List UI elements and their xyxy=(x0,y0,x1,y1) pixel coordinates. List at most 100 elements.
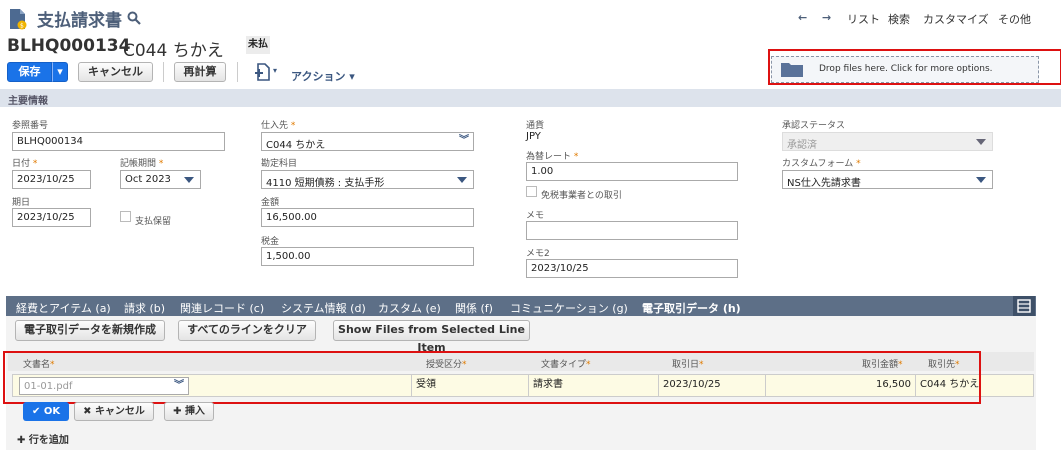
vendor-label-text: 仕入先 xyxy=(261,121,289,131)
memo2-label: メモ2 xyxy=(526,249,550,259)
search-icon[interactable] xyxy=(127,11,141,25)
layout-toggle-icon[interactable] xyxy=(1013,296,1035,316)
chevron-down-icon xyxy=(184,177,194,183)
required-marker: * xyxy=(290,121,296,131)
toolbar-divider xyxy=(163,62,164,82)
tab-related-records[interactable]: 関連レコード (c) xyxy=(180,300,264,316)
insert-label: 挿入 xyxy=(184,406,205,417)
plus-icon: ✚ xyxy=(173,406,182,417)
forward-arrow-icon[interactable]: → xyxy=(822,11,831,24)
memo2-field[interactable]: 2023/10/25 xyxy=(526,259,738,278)
nav-search-link[interactable]: 検索 xyxy=(888,11,910,27)
bill-record-icon: $ xyxy=(10,9,27,30)
memo-field[interactable] xyxy=(526,221,738,240)
highlight-box xyxy=(768,49,1061,85)
highlight-box xyxy=(3,351,981,404)
date-label: 日付 * xyxy=(12,156,37,169)
rate-label: 為替レート * xyxy=(526,149,578,162)
vendor-value: C044 ちかえ xyxy=(266,140,326,151)
exempt-checkbox[interactable] xyxy=(526,186,537,197)
amount-field[interactable]: 16,500.00 xyxy=(261,208,474,227)
line-cancel-label: キャンセル xyxy=(94,406,145,417)
account-label: 勘定科目 xyxy=(261,159,298,169)
ok-label: OK xyxy=(43,406,61,417)
tab-e-transaction-data[interactable]: 電子取引データ (h) xyxy=(642,300,741,316)
section-header-main: 主要情報 xyxy=(0,89,1061,107)
svg-text:$: $ xyxy=(20,23,24,30)
chevron-down-icon[interactable]: ▾ xyxy=(273,66,277,75)
period-value: Oct 2023 xyxy=(125,174,171,185)
due-date-field[interactable]: 2023/10/25 xyxy=(12,208,91,227)
required-marker: * xyxy=(158,159,164,169)
account-value: 4110 短期債務 : 支払手形 xyxy=(266,178,385,189)
cancel-button[interactable]: キャンセル xyxy=(78,62,153,82)
tab-expenses-items[interactable]: 経費とアイテム (a) xyxy=(16,300,111,316)
currency-label: 通貨 xyxy=(526,121,545,131)
form-label: カスタムフォーム * xyxy=(782,156,861,169)
period-label-text: 記帳期間 xyxy=(120,159,157,169)
approval-select: 承認済 xyxy=(782,132,993,151)
chevron-down-icon xyxy=(976,177,986,183)
required-marker: * xyxy=(573,152,579,162)
tab-billing[interactable]: 請求 (b) xyxy=(124,300,165,316)
chevron-down-icon xyxy=(976,139,986,145)
required-marker: * xyxy=(856,159,861,169)
vendor-label: 仕入先 * xyxy=(261,118,295,131)
plus-icon: ✚ xyxy=(17,435,26,446)
custom-form-value: NS仕入先請求書 xyxy=(787,178,861,189)
record-id: BLHQ000134 xyxy=(7,36,131,56)
new-e-data-button[interactable]: 電子取引データを新規作成 xyxy=(15,320,165,341)
account-select[interactable]: 4110 短期債務 : 支払手形 xyxy=(261,170,474,189)
custom-form-select[interactable]: NS仕入先請求書 xyxy=(782,170,993,189)
amount-label: 金額 xyxy=(261,198,280,208)
due-label: 期日 xyxy=(12,198,31,208)
tab-custom[interactable]: カスタム (e) xyxy=(378,300,441,316)
tab-communication[interactable]: コミュニケーション (g) xyxy=(510,300,628,316)
check-icon: ✔ xyxy=(31,406,41,417)
period-select[interactable]: Oct 2023 xyxy=(120,170,201,189)
line-cancel-button[interactable]: ✖ キャンセル xyxy=(74,402,154,421)
back-arrow-icon[interactable]: ← xyxy=(798,11,807,24)
double-chevron-icon: ︾ xyxy=(459,135,469,146)
date-label-text: 日付 xyxy=(12,159,31,169)
rate-field[interactable]: 1.00 xyxy=(526,162,738,181)
tax-label: 税金 xyxy=(261,237,280,247)
required-marker: * xyxy=(32,159,38,169)
approval-value: 承認済 xyxy=(787,140,817,151)
status-badge: 未払 xyxy=(246,36,270,54)
ref-no-field[interactable]: BLHQ000134 xyxy=(12,132,225,151)
clear-all-lines-button[interactable]: すべてのラインをクリア xyxy=(178,320,316,341)
close-icon: ✖ xyxy=(83,406,92,417)
add-row-button[interactable]: ✚ 行を追加 xyxy=(17,431,69,446)
record-name: C044 ちかえ xyxy=(123,41,224,61)
chevron-down-icon xyxy=(457,177,467,183)
new-document-icon[interactable] xyxy=(255,63,271,81)
show-files-button[interactable]: Show Files from Selected Line Item xyxy=(333,320,530,354)
save-button[interactable]: 保存 xyxy=(7,62,52,82)
hold-checkbox[interactable] xyxy=(120,211,131,222)
tab-system-info[interactable]: システム情報 (d) xyxy=(281,300,366,316)
hold-label: 支払保留 xyxy=(135,217,172,227)
ok-button[interactable]: ✔ OK xyxy=(23,402,69,421)
add-row-label: 行を追加 xyxy=(28,435,69,446)
period-label: 記帳期間 * xyxy=(120,156,163,169)
insert-button[interactable]: ✚ 挿入 xyxy=(164,402,214,421)
rate-label-text: 為替レート xyxy=(526,152,572,162)
save-dropdown-button[interactable]: ▾ xyxy=(52,62,68,82)
actions-menu[interactable]: アクション ▾ xyxy=(291,68,355,84)
vendor-select[interactable]: C044 ちかえ ︾ xyxy=(261,132,474,151)
approval-label: 承認ステータス xyxy=(782,121,846,131)
date-field[interactable]: 2023/10/25 xyxy=(12,170,91,189)
nav-list-link[interactable]: リスト xyxy=(847,11,880,27)
nav-more-link[interactable]: その他 xyxy=(998,11,1031,27)
tax-field[interactable]: 1,500.00 xyxy=(261,247,474,266)
currency-value: JPY xyxy=(526,131,541,142)
form-label-text: カスタムフォーム xyxy=(782,159,854,169)
recalculate-button[interactable]: 再計算 xyxy=(174,62,226,82)
memo-label: メモ xyxy=(526,211,545,221)
tab-relationships[interactable]: 関係 (f) xyxy=(455,300,493,316)
layout-icon xyxy=(1017,299,1031,313)
page-title: 支払請求書 xyxy=(37,11,122,31)
nav-customize-link[interactable]: カスタマイズ xyxy=(923,11,989,27)
ref-no-label: 参照番号 xyxy=(12,121,49,131)
